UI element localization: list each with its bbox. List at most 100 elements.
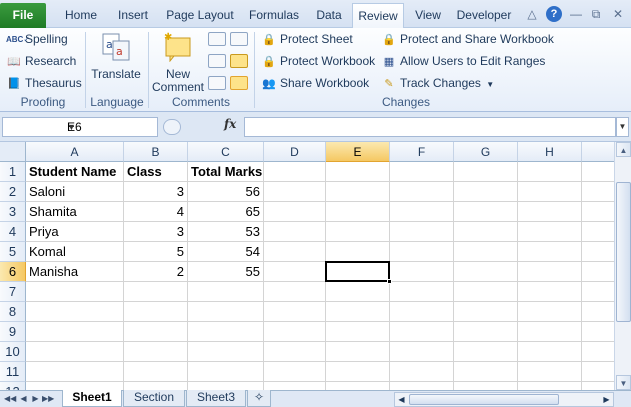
cell-c7[interactable] (188, 282, 264, 302)
protect-workbook-button[interactable]: 🔒 Protect Workbook (261, 52, 375, 70)
cell-i2[interactable] (582, 182, 614, 202)
cell-h8[interactable] (518, 302, 582, 322)
cell-h4[interactable] (518, 222, 582, 242)
cell-i12[interactable] (582, 382, 614, 390)
cell-b12[interactable] (124, 382, 188, 390)
cell-i6[interactable] (582, 262, 614, 282)
cell-g2[interactable] (454, 182, 518, 202)
sheet-tab-sheet1[interactable]: Sheet1 (62, 390, 122, 407)
cell-c2[interactable]: 56 (188, 182, 264, 202)
column-header-a[interactable]: A (26, 142, 124, 162)
cell-e1[interactable] (326, 162, 390, 182)
row-header-1[interactable]: 1 (0, 162, 26, 182)
cell-f12[interactable] (390, 382, 454, 390)
cell-d8[interactable] (264, 302, 326, 322)
restore-window-icon[interactable]: ⧉ (588, 6, 604, 22)
cell-i1[interactable] (582, 162, 614, 182)
vertical-scrollbar[interactable]: ▲ ▼ (614, 142, 631, 390)
select-all-button[interactable] (0, 142, 26, 162)
next-sheet-icon[interactable]: ▶ (30, 393, 41, 405)
cell-f10[interactable] (390, 342, 454, 362)
tab-view[interactable]: View (408, 3, 448, 28)
cell-b11[interactable] (124, 362, 188, 382)
cell-b7[interactable] (124, 282, 188, 302)
show-ink-icon[interactable] (230, 32, 248, 46)
cell-i7[interactable] (582, 282, 614, 302)
cell-b8[interactable] (124, 302, 188, 322)
scroll-right-icon[interactable]: ▶ (600, 393, 613, 406)
row-header-9[interactable]: 9 (0, 322, 26, 342)
cell-h5[interactable] (518, 242, 582, 262)
new-comment-button[interactable]: ✱ New Comment (150, 32, 206, 94)
cell-e7[interactable] (326, 282, 390, 302)
cell-d12[interactable] (264, 382, 326, 390)
vertical-scroll-thumb[interactable] (616, 182, 631, 322)
minimize-ribbon-icon[interactable]: △ (524, 6, 540, 22)
cell-i11[interactable] (582, 362, 614, 382)
first-sheet-icon[interactable]: ◀◀ (4, 393, 16, 405)
row-header-7[interactable]: 7 (0, 282, 26, 302)
horizontal-scroll-thumb[interactable] (409, 394, 559, 405)
show-hide-comment-icon[interactable] (230, 76, 248, 90)
cell-d7[interactable] (264, 282, 326, 302)
cell-c6[interactable]: 55 (188, 262, 264, 282)
cell-g10[interactable] (454, 342, 518, 362)
cell-g4[interactable] (454, 222, 518, 242)
cell-c12[interactable] (188, 382, 264, 390)
research-button[interactable]: 📖 Research (6, 52, 76, 70)
cell-a10[interactable] (26, 342, 124, 362)
cell-i5[interactable] (582, 242, 614, 262)
tab-file[interactable]: File (0, 3, 46, 28)
scroll-up-icon[interactable]: ▲ (616, 142, 631, 157)
cell-c3[interactable]: 65 (188, 202, 264, 222)
cell-e5[interactable] (326, 242, 390, 262)
cell-i8[interactable] (582, 302, 614, 322)
cell-a7[interactable] (26, 282, 124, 302)
cell-d10[interactable] (264, 342, 326, 362)
cell-g7[interactable] (454, 282, 518, 302)
cell-f1[interactable] (390, 162, 454, 182)
row-header-3[interactable]: 3 (0, 202, 26, 222)
scroll-left-icon[interactable]: ◀ (395, 393, 408, 406)
cell-b1[interactable]: Class (124, 162, 188, 182)
cell-g6[interactable] (454, 262, 518, 282)
cell-h11[interactable] (518, 362, 582, 382)
cell-g9[interactable] (454, 322, 518, 342)
cell-g1[interactable] (454, 162, 518, 182)
cell-e3[interactable] (326, 202, 390, 222)
column-header-g[interactable]: G (454, 142, 518, 162)
scroll-down-icon[interactable]: ▼ (616, 375, 631, 390)
close-window-icon[interactable]: ✕ (610, 6, 626, 22)
cell-a8[interactable] (26, 302, 124, 322)
cell-g8[interactable] (454, 302, 518, 322)
column-header-h[interactable]: H (518, 142, 582, 162)
cell-b2[interactable]: 3 (124, 182, 188, 202)
cell-e9[interactable] (326, 322, 390, 342)
cell-h12[interactable] (518, 382, 582, 390)
cell-d5[interactable] (264, 242, 326, 262)
row-header-11[interactable]: 11 (0, 362, 26, 382)
translate-button[interactable]: a а Translate (90, 32, 142, 81)
column-header-c[interactable]: C (188, 142, 264, 162)
last-sheet-icon[interactable]: ▶▶ (42, 393, 54, 405)
row-header-12[interactable]: 12 (0, 382, 26, 390)
cell-a4[interactable]: Priya (26, 222, 124, 242)
share-workbook-button[interactable]: 👥 Share Workbook (261, 74, 369, 92)
cell-e2[interactable] (326, 182, 390, 202)
name-box[interactable]: E6 ▼ (2, 117, 158, 137)
tab-page-layout[interactable]: Page Layout (162, 3, 238, 28)
protect-share-workbook-button[interactable]: 🔒 Protect and Share Workbook (381, 30, 554, 48)
row-header-6[interactable]: 6 (0, 262, 26, 282)
cell-f9[interactable] (390, 322, 454, 342)
cell-f4[interactable] (390, 222, 454, 242)
cell-d11[interactable] (264, 362, 326, 382)
cell-e10[interactable] (326, 342, 390, 362)
cell-d1[interactable] (264, 162, 326, 182)
cell-h2[interactable] (518, 182, 582, 202)
cell-g12[interactable] (454, 382, 518, 390)
cell-f6[interactable] (390, 262, 454, 282)
cell-b4[interactable]: 3 (124, 222, 188, 242)
cell-h6[interactable] (518, 262, 582, 282)
minimize-window-icon[interactable]: — (568, 6, 584, 22)
column-header-e[interactable]: E (326, 142, 390, 162)
